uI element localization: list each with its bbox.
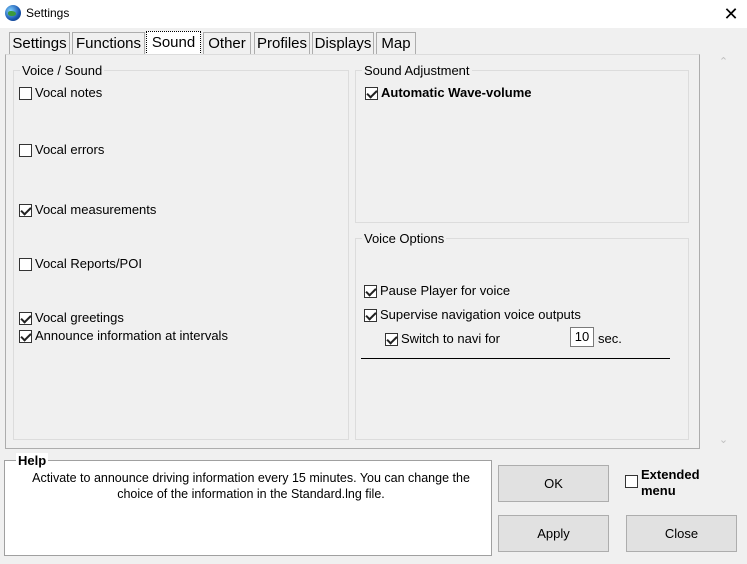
tab-other[interactable]: Other <box>203 32 251 54</box>
supervise-voice-checkbox[interactable] <box>364 309 377 322</box>
voice-options-group-label: Voice Options <box>362 231 447 246</box>
title-bar: Settings ✕ <box>0 0 747 28</box>
ok-button[interactable]: OK <box>498 465 609 502</box>
vocal-errors-label: Vocal errors <box>35 142 105 157</box>
vocal-measurements-label: Vocal measurements <box>35 202 157 217</box>
vocal-notes-checkbox[interactable] <box>19 87 32 100</box>
auto-wave-volume-checkbox[interactable] <box>365 87 378 100</box>
announce-intervals-checkbox[interactable] <box>19 330 32 343</box>
globe-icon <box>5 5 21 21</box>
scroll-up-icon[interactable]: ⌃ <box>704 54 743 71</box>
voice-sound-group-label: Voice / Sound <box>20 63 105 78</box>
vocal-notes-label: Vocal notes <box>35 85 103 100</box>
tab-displays[interactable]: Displays <box>312 32 374 54</box>
apply-button[interactable]: Apply <box>498 515 609 552</box>
switch-seconds-input[interactable]: 10 <box>570 327 594 347</box>
tab-profiles[interactable]: Profiles <box>254 32 310 54</box>
extended-menu-checkbox[interactable] <box>625 475 638 488</box>
vertical-scrollbar[interactable]: ⌃ ⌄ <box>704 52 743 450</box>
vocal-greetings-label: Vocal greetings <box>35 310 124 325</box>
supervise-voice-label: Supervise navigation voice outputs <box>380 307 581 322</box>
help-title: Help <box>16 453 49 468</box>
pause-player-label: Pause Player for voice <box>380 283 511 298</box>
vocal-measurements-checkbox[interactable] <box>19 204 32 217</box>
vocal-greetings-checkbox[interactable] <box>19 312 32 325</box>
announce-intervals-label: Announce information at intervals <box>35 328 228 343</box>
vocal-reports-poi-label: Vocal Reports/POI <box>35 256 142 271</box>
close-button[interactable]: Close <box>626 515 737 552</box>
extended-menu-label: Extended menu <box>641 467 700 498</box>
tab-functions[interactable]: Functions <box>72 32 145 54</box>
voice-options-divider <box>361 358 670 359</box>
help-text: Activate to announce driving information… <box>32 471 470 501</box>
auto-wave-volume-label: Automatic Wave-volume <box>381 85 532 100</box>
sound-adjustment-group-label: Sound Adjustment <box>362 63 472 78</box>
close-icon[interactable]: ✕ <box>718 2 744 26</box>
switch-seconds-unit: sec. <box>598 331 622 346</box>
window-title: Settings <box>26 6 70 20</box>
scroll-down-icon[interactable]: ⌄ <box>704 432 743 449</box>
tab-map[interactable]: Map <box>376 32 416 54</box>
switch-navi-label: Switch to navi for <box>401 331 500 346</box>
switch-navi-checkbox[interactable] <box>385 333 398 346</box>
tab-settings[interactable]: Settings <box>9 32 70 54</box>
vocal-reports-poi-checkbox[interactable] <box>19 258 32 271</box>
voice-sound-group <box>13 70 349 440</box>
vocal-errors-checkbox[interactable] <box>19 144 32 157</box>
pause-player-checkbox[interactable] <box>364 285 377 298</box>
tab-sound[interactable]: Sound <box>146 31 201 55</box>
